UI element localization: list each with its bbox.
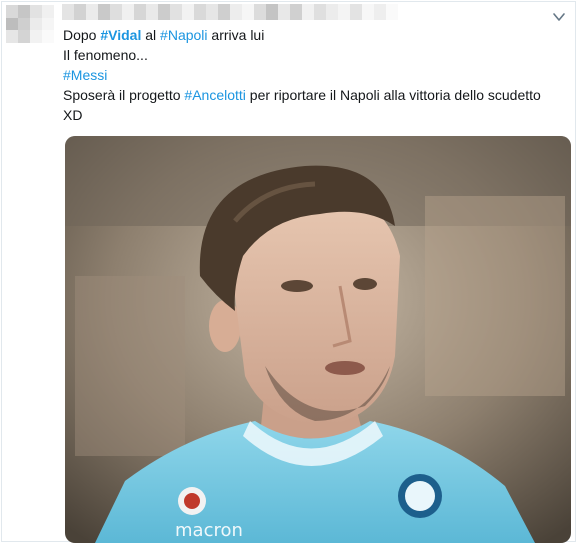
tweet-line-1: Dopo #Vidal al #Napoli arriva lui: [63, 25, 563, 45]
chevron-down-icon[interactable]: [552, 10, 566, 24]
text-sposera: Sposerà il progetto: [63, 87, 185, 103]
hashtag-ancelotti[interactable]: #Ancelotti: [184, 87, 245, 103]
avatar[interactable]: [6, 5, 54, 43]
tweet-line-4: Sposerà il progetto #Ancelotti per ripor…: [63, 85, 563, 105]
text-al: al: [141, 27, 161, 43]
svg-text:macron: macron: [175, 520, 243, 541]
tweet-text: Dopo #Vidal al #Napoli arriva lui Il fen…: [63, 25, 563, 125]
tweet-line-2: Il fenomeno...: [63, 47, 148, 63]
text-dopo: Dopo: [63, 27, 101, 43]
text-riportare: per riportare il Napoli alla vittoria de…: [245, 87, 541, 103]
hashtag-messi[interactable]: #Messi: [63, 67, 107, 83]
hashtag-napoli[interactable]: #Napoli: [160, 27, 207, 43]
tweet-line-3: #Messi: [63, 65, 563, 85]
text-arriva-lui: arriva lui: [207, 27, 265, 43]
author-name-redacted[interactable]: [62, 4, 398, 20]
player-photo[interactable]: macron: [65, 136, 571, 543]
hashtag-vidal[interactable]: #Vidal: [100, 27, 141, 43]
tweet-line-5: XD: [63, 107, 83, 123]
